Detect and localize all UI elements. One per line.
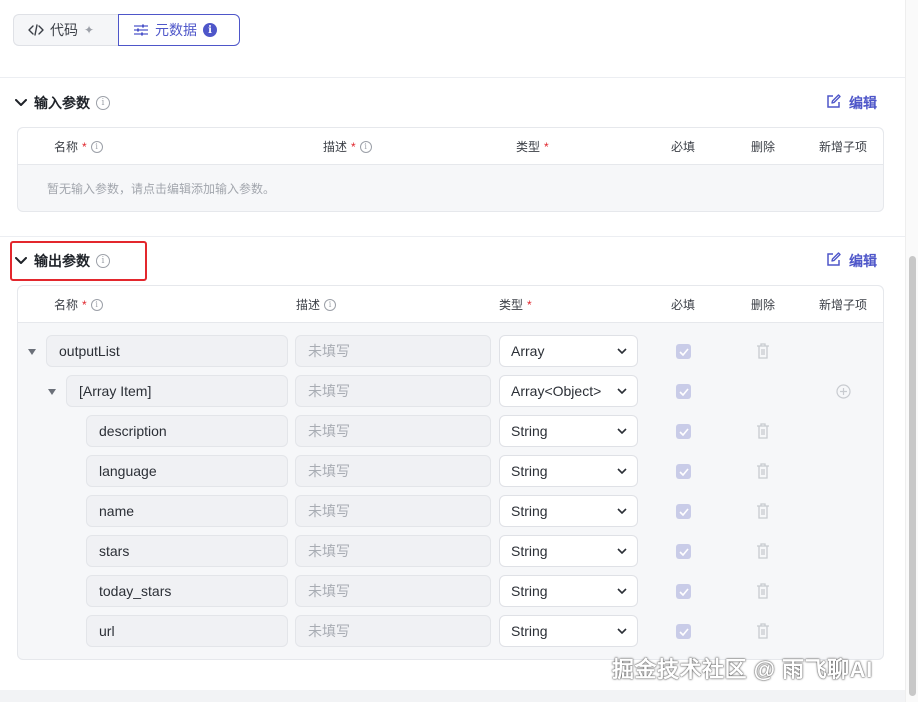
sliders-icon — [133, 23, 149, 37]
top-toolbar: 代码 ✦ 元数据 i — [0, 0, 905, 78]
tab-metadata-label: 元数据 — [155, 22, 197, 38]
required-checkbox[interactable] — [676, 384, 691, 399]
scrollbar-thumb[interactable] — [909, 256, 916, 696]
trash-icon[interactable] — [756, 503, 770, 519]
param-desc-input[interactable]: 未填写 — [295, 335, 491, 367]
trash-icon[interactable] — [756, 423, 770, 439]
output-edit-button[interactable]: 编辑 — [826, 250, 877, 272]
col-type: 类型 * — [516, 139, 549, 155]
chevron-down-icon — [617, 468, 627, 474]
trash-icon[interactable] — [756, 463, 770, 479]
col-type: 类型 * — [499, 297, 532, 313]
info-badge-icon: i — [203, 23, 217, 37]
output-edit-label: 编辑 — [849, 253, 877, 269]
param-type-select[interactable]: String — [499, 495, 638, 527]
param-desc-input[interactable]: 未填写 — [295, 535, 491, 567]
sparkle-icon: ✦ — [84, 23, 95, 37]
param-type-select[interactable]: String — [499, 535, 638, 567]
required-checkbox[interactable] — [676, 584, 691, 599]
param-name-input[interactable]: language — [86, 455, 288, 487]
col-name: 名称 * i — [54, 128, 103, 165]
input-edit-label: 编辑 — [849, 95, 877, 111]
input-section-title: 输入参数 — [34, 95, 90, 111]
required-checkbox[interactable] — [676, 624, 691, 639]
chevron-down-icon — [617, 428, 627, 434]
tab-code-label: 代码 — [50, 22, 78, 38]
required-checkbox[interactable] — [676, 424, 691, 439]
param-desc-input[interactable]: 未填写 — [295, 575, 491, 607]
input-params-table: 名称 * i 描述 * i 类型 * 必填 删除 新增子项 暂无输入参数，请点击编辑添加输… — [17, 127, 884, 212]
edit-icon — [826, 252, 841, 270]
info-icon[interactable]: i — [90, 140, 103, 153]
info-icon[interactable]: i — [359, 140, 372, 153]
trash-icon[interactable] — [756, 583, 770, 599]
param-type-select[interactable]: Array<Object> — [499, 375, 638, 407]
collapse-triangle-icon[interactable] — [27, 347, 37, 357]
required-checkbox[interactable] — [676, 344, 691, 359]
empty-state-message: 暂无输入参数，请点击编辑添加输入参数。 — [47, 182, 276, 196]
output-table-header: 名称 * i 描述 i 类型 * 必填 删除 新增子项 — [18, 286, 883, 323]
input-section-header[interactable]: 输入参数 i — [14, 91, 110, 115]
col-delete: 删除 — [751, 140, 776, 154]
chevron-down-icon — [617, 548, 627, 554]
param-desc-input[interactable]: 未填写 — [295, 375, 491, 407]
edit-icon — [826, 94, 841, 112]
tab-code[interactable]: 代码 ✦ — [13, 14, 118, 46]
param-type-select[interactable]: String — [499, 415, 638, 447]
col-name: 名称 * i — [54, 286, 103, 323]
scrollbar[interactable] — [905, 0, 918, 702]
trash-icon[interactable] — [756, 623, 770, 639]
col-required: 必填 — [671, 140, 696, 154]
info-icon[interactable]: i — [96, 96, 110, 110]
info-icon[interactable]: i — [90, 298, 103, 311]
col-delete: 删除 — [751, 298, 776, 312]
collapse-triangle-icon[interactable] — [47, 387, 57, 397]
watermark: 掘金技术社区 @ 雨飞聊AI — [612, 657, 873, 682]
output-params-table: 名称 * i 描述 i 类型 * 必填 删除 新增子项 outputList 未填写 A… — [17, 285, 884, 660]
tab-metadata[interactable]: 元数据 i — [118, 14, 240, 46]
page: 代码 ✦ 元数据 i 输入参数 i 编辑 名称 * i 描述 * i 类型 * … — [0, 0, 905, 702]
param-desc-input[interactable]: 未填写 — [295, 415, 491, 447]
param-name-input[interactable]: name — [86, 495, 288, 527]
param-name-input[interactable]: outputList — [46, 335, 288, 367]
view-tabs: 代码 ✦ 元数据 i — [13, 14, 240, 46]
param-type-select[interactable]: String — [499, 575, 638, 607]
col-required: 必填 — [671, 298, 696, 312]
param-name-input[interactable]: today_stars — [86, 575, 288, 607]
param-type-select[interactable]: String — [499, 615, 638, 647]
chevron-down-icon — [617, 628, 627, 634]
chevron-down-icon — [617, 388, 627, 394]
trash-icon[interactable] — [756, 343, 770, 359]
info-icon[interactable]: i — [324, 298, 337, 311]
param-name-input[interactable]: stars — [86, 535, 288, 567]
param-name-input[interactable]: [Array Item] — [66, 375, 288, 407]
chevron-down-icon — [617, 508, 627, 514]
required-checkbox[interactable] — [676, 504, 691, 519]
param-type-select[interactable]: Array — [499, 335, 638, 367]
code-icon — [28, 24, 44, 36]
col-add-child: 新增子项 — [819, 298, 868, 312]
col-desc: 描述 * i — [323, 128, 372, 165]
footer-band — [0, 690, 905, 702]
section-divider — [0, 236, 905, 237]
param-desc-input[interactable]: 未填写 — [295, 615, 491, 647]
trash-icon[interactable] — [756, 543, 770, 559]
chevron-down-icon — [617, 588, 627, 594]
param-desc-input[interactable]: 未填写 — [295, 455, 491, 487]
add-child-icon[interactable] — [836, 384, 851, 399]
highlight-box — [10, 241, 147, 281]
param-name-input[interactable]: url — [86, 615, 288, 647]
chevron-down-icon[interactable] — [14, 96, 28, 110]
col-add-child: 新增子项 — [819, 140, 868, 154]
param-name-input[interactable]: description — [86, 415, 288, 447]
input-table-header: 名称 * i 描述 * i 类型 * 必填 删除 新增子项 — [18, 128, 883, 165]
input-edit-button[interactable]: 编辑 — [826, 92, 877, 114]
col-desc: 描述 i — [296, 286, 337, 323]
chevron-down-icon — [617, 348, 627, 354]
required-checkbox[interactable] — [676, 464, 691, 479]
required-checkbox[interactable] — [676, 544, 691, 559]
param-desc-input[interactable]: 未填写 — [295, 495, 491, 527]
param-type-select[interactable]: String — [499, 455, 638, 487]
